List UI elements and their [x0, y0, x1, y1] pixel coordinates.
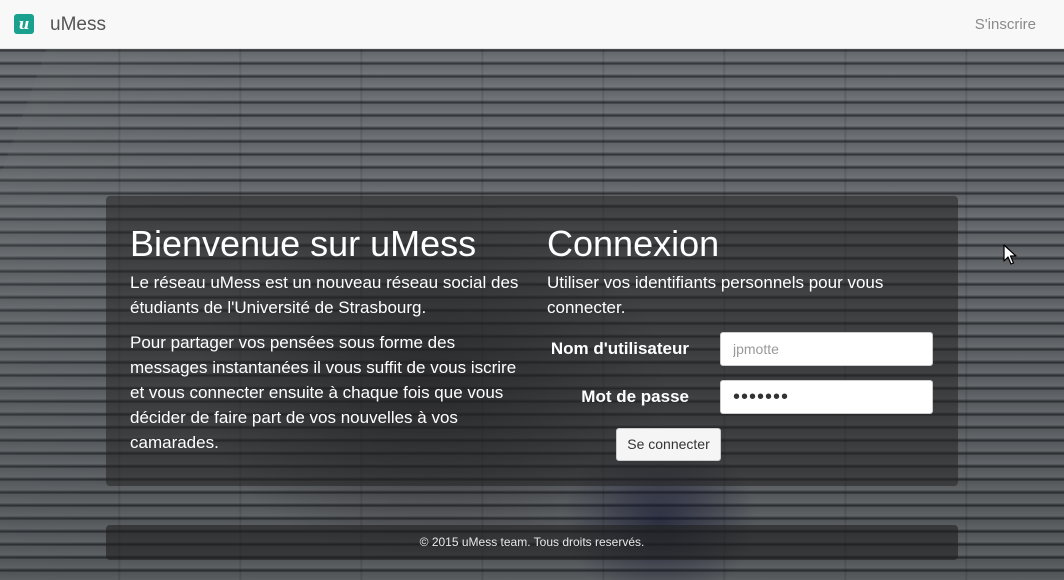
main-panel: Bienvenue sur uMess Le réseau uMess est … — [106, 196, 958, 486]
umess-logo-icon[interactable]: u — [14, 14, 34, 34]
login-subtitle: Utiliser vos identifiants personnels pou… — [547, 273, 884, 317]
brand-link[interactable]: uMess — [50, 13, 106, 37]
welcome-details: Pour partager vos pensées sous forme des… — [130, 333, 517, 452]
mouse-cursor-icon — [1003, 244, 1017, 265]
navbar: u uMess S'inscrire — [0, 0, 1064, 49]
username-input[interactable] — [720, 332, 933, 366]
username-label: Nom d'utilisateur — [550, 339, 689, 358]
footer: © 2015 uMess team. Tous droits reservés. — [106, 525, 958, 560]
signup-link[interactable]: S'inscrire — [975, 15, 1036, 35]
welcome-title: Bienvenue sur uMess — [130, 223, 477, 264]
username-row: Nom d'utilisateur — [547, 332, 937, 366]
password-input[interactable] — [720, 380, 933, 414]
login-button[interactable]: Se connecter — [616, 428, 721, 461]
welcome-intro: Le réseau uMess est un nouveau réseau so… — [130, 273, 519, 317]
password-label: Mot de passe — [581, 387, 689, 406]
copyright-text: © 2015 uMess team. Tous droits reservés. — [419, 535, 645, 549]
welcome-column: Bienvenue sur uMess Le réseau uMess est … — [130, 222, 520, 455]
login-column: Connexion Utiliser vos identifiants pers… — [547, 222, 937, 461]
password-row: Mot de passe — [547, 380, 937, 414]
login-title: Connexion — [547, 223, 720, 264]
